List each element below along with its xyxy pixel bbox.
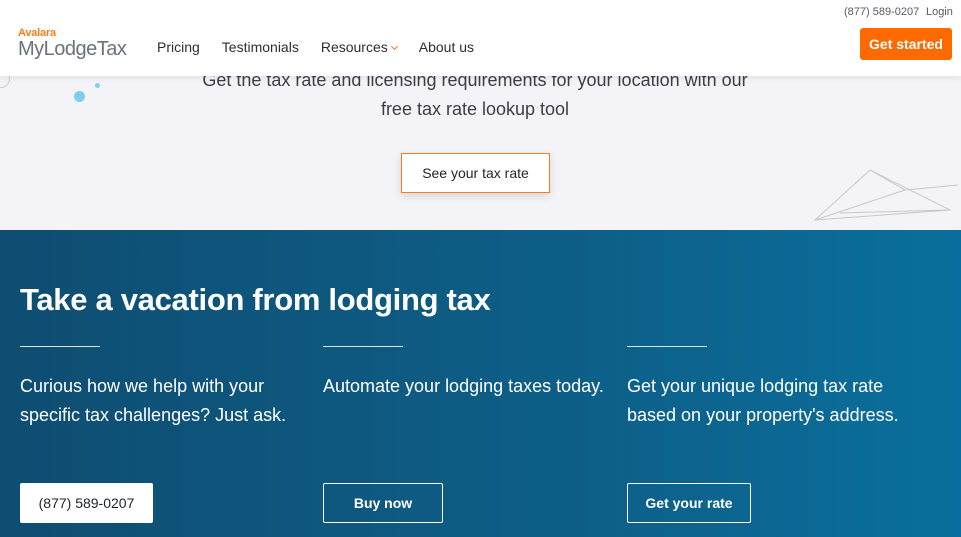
login-link[interactable]: Login (926, 6, 953, 18)
nav-item-pricing[interactable]: Pricing (157, 39, 200, 55)
nav-item-label: Pricing (157, 39, 200, 55)
nav-item-about[interactable]: About us (419, 39, 474, 55)
column-rate: Get your unique lodging tax rate based o… (627, 346, 917, 430)
nav-item-resources[interactable]: Resources (320, 39, 398, 55)
divider (323, 346, 403, 347)
get-started-button[interactable]: Get started (860, 28, 952, 60)
logo[interactable]: Avalara MyLodgeTax (18, 28, 127, 60)
site-header: (877) 589-0207 Login Avalara MyLodgeTax … (0, 0, 961, 76)
section-title: Take a vacation from lodging tax (20, 282, 491, 317)
buy-now-button[interactable]: Buy now (323, 483, 443, 523)
nav-item-label: About us (418, 39, 475, 55)
divider (627, 346, 707, 347)
vacation-section: Take a vacation from lodging tax Curious… (0, 230, 961, 537)
column-contact: Curious how we help with your specific t… (20, 346, 310, 430)
column-text: Curious how we help with your specific t… (20, 376, 287, 425)
nav-item-label: Resources (320, 39, 388, 55)
logo-product-text: MyLodgeTax (18, 38, 127, 60)
decorative-dot (74, 91, 85, 102)
main-nav: Pricing Testimonials Resources About us (157, 39, 474, 55)
see-tax-rate-button[interactable]: See your tax rate (401, 153, 550, 193)
get-your-rate-button[interactable]: Get your rate (627, 483, 751, 523)
column-automate: Automate your lodging taxes today. (323, 346, 613, 401)
column-text: Automate your lodging taxes today. (323, 376, 604, 396)
header-phone-link[interactable]: (877) 589-0207 (844, 6, 919, 18)
hero-text-line: free tax rate lookup tool (380, 99, 570, 119)
chevron-down-icon (390, 42, 398, 50)
column-text: Get your unique lodging tax rate based o… (627, 376, 899, 425)
divider (20, 346, 100, 347)
decorative-dot (95, 83, 100, 88)
nav-item-testimonials[interactable]: Testimonials (222, 39, 299, 55)
paper-plane-icon (813, 169, 959, 221)
call-phone-button[interactable]: (877) 589-0207 (20, 483, 153, 523)
nav-item-label: Testimonials (221, 39, 299, 55)
